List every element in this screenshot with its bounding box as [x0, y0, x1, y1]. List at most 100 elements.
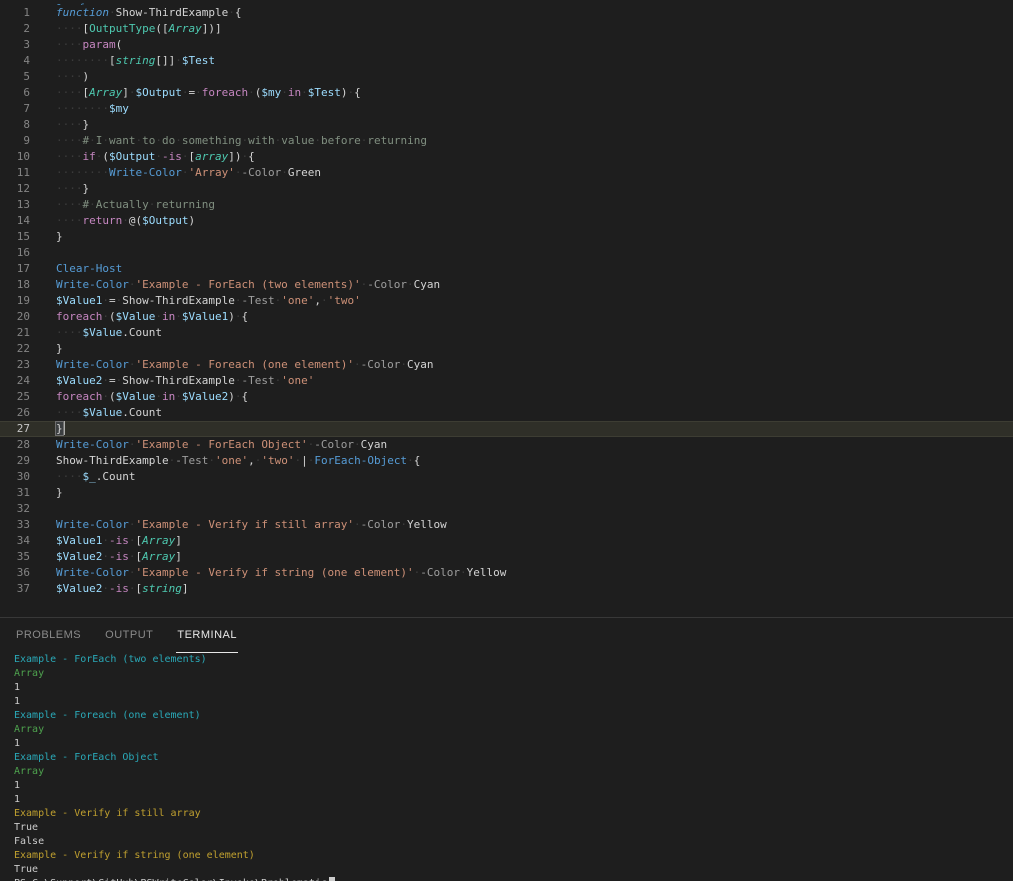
code-line[interactable]: 1function·Show-ThirdExample·{	[0, 5, 1013, 21]
code-line[interactable]: 22}	[0, 341, 1013, 357]
code-line[interactable]: 23Write-Color·'Example - Foreach (one el…	[0, 357, 1013, 373]
code-token: ····	[56, 182, 83, 195]
code-token: array	[195, 150, 228, 163]
line-number[interactable]: 23	[0, 357, 30, 373]
code-line[interactable]: 5····)	[0, 69, 1013, 85]
code-line[interactable]: 29Show-ThirdExample·-Test·'one',·'two'·|…	[0, 453, 1013, 469]
code-line[interactable]: 37$Value2·-is·[string]	[0, 581, 1013, 597]
code-line[interactable]: 16	[0, 245, 1013, 261]
code-line[interactable]: 30····$_.Count	[0, 469, 1013, 485]
line-number[interactable]: 3	[0, 37, 30, 53]
code-line[interactable]: 31}	[0, 485, 1013, 501]
code-line[interactable]: 14····return·@($Output)	[0, 213, 1013, 229]
code-text: ········$my	[30, 101, 129, 117]
code-line[interactable]: 2····[OutputType([Array])]	[0, 21, 1013, 37]
line-number[interactable]: 12	[0, 181, 30, 197]
code-line[interactable]: 7········$my	[0, 101, 1013, 117]
line-number[interactable]: 26	[0, 405, 30, 421]
code-token: Yellow	[467, 566, 507, 579]
code-text: ····[OutputType([Array])]	[30, 21, 222, 37]
panel-tab-output[interactable]: OUTPUT	[104, 618, 154, 653]
code-line[interactable]: 34$Value1·-is·[Array]	[0, 533, 1013, 549]
code-line[interactable]: 9····#·I·want·to·do·something·with·value…	[0, 133, 1013, 149]
line-number[interactable]: 36	[0, 565, 30, 581]
code-token: 'Array'	[188, 166, 234, 179]
line-number[interactable]: 8	[0, 117, 30, 133]
code-token: want	[109, 134, 136, 147]
code-line[interactable]: 4········[string[]]·$Test	[0, 53, 1013, 69]
panel-tab-terminal[interactable]: TERMINAL	[176, 618, 238, 653]
line-number[interactable]: 9	[0, 133, 30, 149]
line-number[interactable]: 27	[0, 421, 30, 437]
terminal-output[interactable]: Example - ForEach (two elements)Array11E…	[0, 653, 1013, 881]
code-line[interactable]: 18Write-Color·'Example - ForEach (two el…	[0, 277, 1013, 293]
line-number[interactable]: 32	[0, 501, 30, 517]
code-token: .Count	[122, 406, 162, 419]
code-line[interactable]: 6····[Array]·$Output·=·foreach·($my·in·$…	[0, 85, 1013, 101]
line-number[interactable]: 2	[0, 21, 30, 37]
line-number[interactable]: 6	[0, 85, 30, 101]
line-number[interactable]: 11	[0, 165, 30, 181]
code-token: ·	[175, 54, 182, 67]
code-token: @(	[129, 214, 142, 227]
line-number[interactable]: 30	[0, 469, 30, 485]
code-line[interactable]: 24$Value2·=·Show-ThirdExample·-Test·'one…	[0, 373, 1013, 389]
line-number[interactable]: 24	[0, 373, 30, 389]
line-number[interactable]: 14	[0, 213, 30, 229]
line-number[interactable]: 18	[0, 277, 30, 293]
code-line[interactable]: 28Write-Color·'Example - ForEach Object'…	[0, 437, 1013, 453]
code-line[interactable]: 36Write-Color·'Example - Verify if strin…	[0, 565, 1013, 581]
code-line[interactable]: 32	[0, 501, 1013, 517]
line-number[interactable]: 21	[0, 325, 30, 341]
code-line[interactable]: 12····}	[0, 181, 1013, 197]
code-line[interactable]: 33Write-Color·'Example - Verify if still…	[0, 517, 1013, 533]
line-number[interactable]: 35	[0, 549, 30, 565]
code-token: Show-ThirdExample	[122, 294, 235, 307]
code-line[interactable]: 8····}	[0, 117, 1013, 133]
code-line[interactable]: 20foreach·($Value·in·$Value1)·{	[0, 309, 1013, 325]
code-line[interactable]: 13····#·Actually·returning	[0, 197, 1013, 213]
terminal-prompt-line: PS C:\Support\GitHub\PSWriteColor\Invoke…	[14, 877, 1013, 881]
line-number[interactable]: 31	[0, 485, 30, 501]
code-token: Clear-Host	[56, 262, 122, 275]
line-number[interactable]: 19	[0, 293, 30, 309]
code-line[interactable]: 19$Value1·=·Show-ThirdExample·-Test·'one…	[0, 293, 1013, 309]
line-number[interactable]: 17	[0, 261, 30, 277]
code-token: -is	[109, 534, 129, 547]
code-token: )	[228, 390, 235, 403]
code-token: returning	[367, 134, 427, 147]
line-number[interactable]: 5	[0, 69, 30, 85]
code-line[interactable]: 35$Value2·-is·[Array]	[0, 549, 1013, 565]
code-line[interactable]: 25foreach·($Value·in·$Value2)·{	[0, 389, 1013, 405]
line-number[interactable]: 15	[0, 229, 30, 245]
line-number[interactable]: 10	[0, 149, 30, 165]
line-number[interactable]: 1	[0, 5, 30, 21]
code-text: Clear-Host	[30, 261, 122, 277]
line-number[interactable]: 16	[0, 245, 30, 261]
line-number[interactable]: 4	[0, 53, 30, 69]
code-line[interactable]: 15}	[0, 229, 1013, 245]
code-line[interactable]: 11········Write-Color·'Array'·-Color·Gre…	[0, 165, 1013, 181]
line-number[interactable]: 37	[0, 581, 30, 597]
code-line[interactable]: 21····$Value.Count	[0, 325, 1013, 341]
code-token: string	[142, 582, 182, 595]
line-number[interactable]: 34	[0, 533, 30, 549]
line-number[interactable]: 13	[0, 197, 30, 213]
line-number[interactable]: 33	[0, 517, 30, 533]
code-editor[interactable]: 0 references 1function·Show-ThirdExample…	[0, 0, 1013, 617]
code-line[interactable]: 27}	[0, 421, 1013, 437]
line-number[interactable]: 28	[0, 437, 30, 453]
code-line[interactable]: 3····param(	[0, 37, 1013, 53]
code-line[interactable]: 17 Clear-Host	[0, 261, 1013, 277]
line-number[interactable]: 20	[0, 309, 30, 325]
line-number[interactable]: 29	[0, 453, 30, 469]
code-token: Show-ThirdExample	[116, 6, 229, 19]
line-number[interactable]: 25	[0, 389, 30, 405]
editor-code-area[interactable]: 1function·Show-ThirdExample·{2····[Outpu…	[0, 5, 1013, 597]
code-token: ·	[208, 454, 215, 467]
panel-tab-problems[interactable]: PROBLEMS	[15, 618, 82, 653]
code-line[interactable]: 10····if·($Output·-is·[array])·{	[0, 149, 1013, 165]
line-number[interactable]: 22	[0, 341, 30, 357]
code-line[interactable]: 26····$Value.Count	[0, 405, 1013, 421]
line-number[interactable]: 7	[0, 101, 30, 117]
